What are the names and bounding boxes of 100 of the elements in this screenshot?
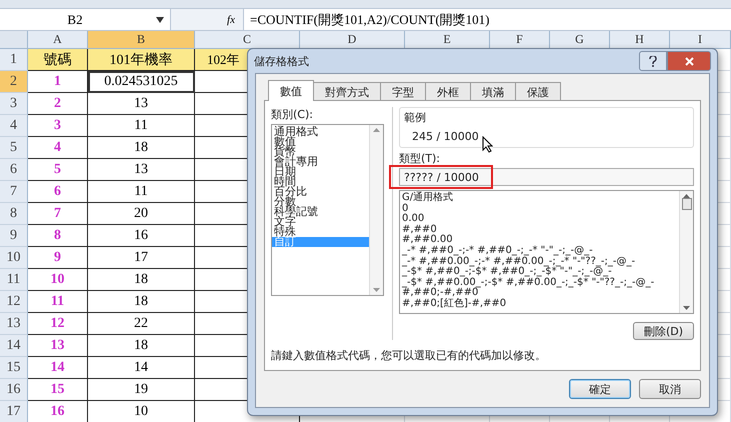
scroll-thumb[interactable]: [682, 198, 692, 210]
column-header[interactable]: I: [670, 31, 731, 49]
row-header[interactable]: 8: [0, 203, 28, 225]
dialog-tab[interactable]: 填滿: [470, 82, 516, 101]
table-cell: 10: [28, 269, 88, 291]
scroll-up-icon[interactable]: [373, 128, 380, 132]
format-code-item[interactable]: #,##0;-#,##0: [402, 288, 679, 299]
column-header[interactable]: F: [490, 31, 550, 49]
row-header[interactable]: 1: [0, 49, 28, 71]
header-cell: 號碼: [28, 49, 88, 71]
format-code-item[interactable]: 0: [402, 204, 679, 214]
category-list[interactable]: 通用格式 數值 貨幣 會計專用 日期 時間 百分比 分數 科學記號 文字 特殊 自訂: [271, 124, 384, 296]
table-cell: 15: [28, 379, 88, 401]
row-header[interactable]: 17: [0, 401, 28, 422]
category-item[interactable]: 特殊: [272, 227, 369, 237]
row-header[interactable]: 2: [0, 71, 28, 93]
table-cell: 8: [28, 225, 88, 247]
format-code-item[interactable]: #,##0;[紅色]-#,##0: [402, 298, 679, 310]
caret-icon[interactable]: [156, 16, 164, 22]
table-cell: 13: [88, 159, 195, 181]
format-code-item[interactable]: #,##0: [402, 224, 679, 236]
format-code-item[interactable]: 0.00: [402, 214, 679, 225]
help-button[interactable]: [639, 51, 667, 71]
insert-function-button[interactable]: fx: [227, 14, 235, 26]
category-item[interactable]: 日期: [272, 167, 369, 177]
category-item[interactable]: 科學記號: [272, 207, 369, 217]
question-icon: [649, 56, 657, 66]
delete-button[interactable]: 刪除(D): [633, 322, 694, 340]
table-cell: 7: [28, 203, 88, 225]
hint-text: 請鍵入數值格式代碼，您可以選取已有的代碼加以修改。: [271, 348, 547, 363]
row-header[interactable]: 5: [0, 137, 28, 159]
dialog-button[interactable]: 取消: [639, 379, 701, 399]
table-cell: 1: [28, 71, 88, 93]
row-header[interactable]: 4: [0, 115, 28, 137]
dialog-tab[interactable]: 外框: [425, 82, 471, 101]
scroll-down-icon[interactable]: [373, 288, 380, 292]
category-item[interactable]: 分數: [272, 197, 369, 207]
format-code-list[interactable]: [399, 190, 694, 314]
sample-label: 範例: [404, 110, 427, 125]
row-header[interactable]: 12: [0, 291, 28, 313]
column-header[interactable]: B: [88, 31, 195, 49]
row-header[interactable]: 3: [0, 93, 28, 115]
column-header[interactable]: G: [550, 31, 610, 49]
table-cell: 19: [88, 379, 195, 401]
table-cell: 18: [88, 291, 195, 313]
formula-field[interactable]: =COUNTIF(開獎101,A2)/COUNT(開獎101): [244, 10, 490, 28]
format-code-item[interactable]: _-* #,##0_-;-* #,##0_-;_-* "-"_-;_-@_-: [402, 246, 679, 257]
dialog-tab[interactable]: 數值: [268, 80, 314, 101]
table-cell: 11: [28, 291, 88, 313]
sample-value: 245 / 10000: [412, 130, 479, 143]
row-header[interactable]: 11: [0, 269, 28, 291]
category-item[interactable]: 文字: [272, 217, 369, 227]
dialog-tab[interactable]: 對齊方式: [313, 82, 381, 101]
table-cell: 16: [88, 225, 195, 247]
column-header[interactable]: D: [300, 31, 405, 49]
category-label: 類別(C):: [271, 107, 314, 122]
format-code-item[interactable]: _-* #,##0.00_-;-* #,##0.00_-;_-* "-"??_-;_-@_-: [402, 256, 679, 268]
table-cell: 0.024531025: [88, 71, 195, 93]
table-cell: 22: [88, 313, 195, 335]
category-item[interactable]: 時間: [272, 177, 369, 187]
table-cell: 9: [28, 247, 88, 269]
table-cell: 3: [28, 115, 88, 137]
column-header[interactable]: H: [610, 31, 670, 49]
mouse-pointer-icon: [482, 136, 493, 153]
table-cell: 20: [88, 203, 195, 225]
column-header[interactable]: A: [28, 31, 88, 49]
dialog-tab[interactable]: 保護: [515, 82, 561, 101]
format-code-item[interactable]: _-$* #,##0_-;-$* #,##0_-;_-$* "-"_-;_-@_-: [402, 267, 679, 278]
category-item[interactable]: 數值: [272, 137, 369, 147]
category-item[interactable]: 通用格式: [272, 127, 369, 137]
row-header[interactable]: 13: [0, 313, 28, 335]
type-field[interactable]: ????? / 10000: [399, 168, 694, 186]
table-cell: 11: [88, 181, 195, 203]
row-header[interactable]: 6: [0, 159, 28, 181]
table-cell: 14: [28, 357, 88, 379]
row-header[interactable]: 16: [0, 379, 28, 401]
scroll-down-icon[interactable]: [683, 306, 690, 310]
format-code-item[interactable]: #,##0.00: [402, 235, 679, 246]
row-header[interactable]: 10: [0, 247, 28, 269]
category-item[interactable]: 會計專用: [272, 157, 369, 167]
dialog-button[interactable]: 確定: [569, 379, 631, 399]
dialog-tab[interactable]: 字型: [380, 82, 426, 101]
close-button[interactable]: [667, 51, 711, 71]
table-cell: 4: [28, 137, 88, 159]
column-header[interactable]: C: [195, 31, 300, 49]
table-cell: 11: [88, 115, 195, 137]
row-header[interactable]: 7: [0, 181, 28, 203]
row-header[interactable]: 14: [0, 335, 28, 357]
table-cell: 16: [28, 401, 88, 422]
table-cell: 17: [88, 247, 195, 269]
header-cell: 101年機率: [88, 49, 195, 71]
format-code-item[interactable]: _-$* #,##0.00_-;-$* #,##0.00_-;_-$* "-"??_-;_-@_-: [402, 278, 679, 288]
column-header[interactable]: E: [405, 31, 490, 49]
category-item[interactable]: 百分比: [272, 187, 369, 197]
category-item[interactable]: 貨幣: [272, 147, 369, 157]
table-cell: 10: [88, 401, 195, 422]
table-cell: 12: [28, 313, 88, 335]
row-header[interactable]: 9: [0, 225, 28, 247]
format-code-item[interactable]: G/通用格式: [402, 193, 679, 204]
row-header[interactable]: 15: [0, 357, 28, 379]
